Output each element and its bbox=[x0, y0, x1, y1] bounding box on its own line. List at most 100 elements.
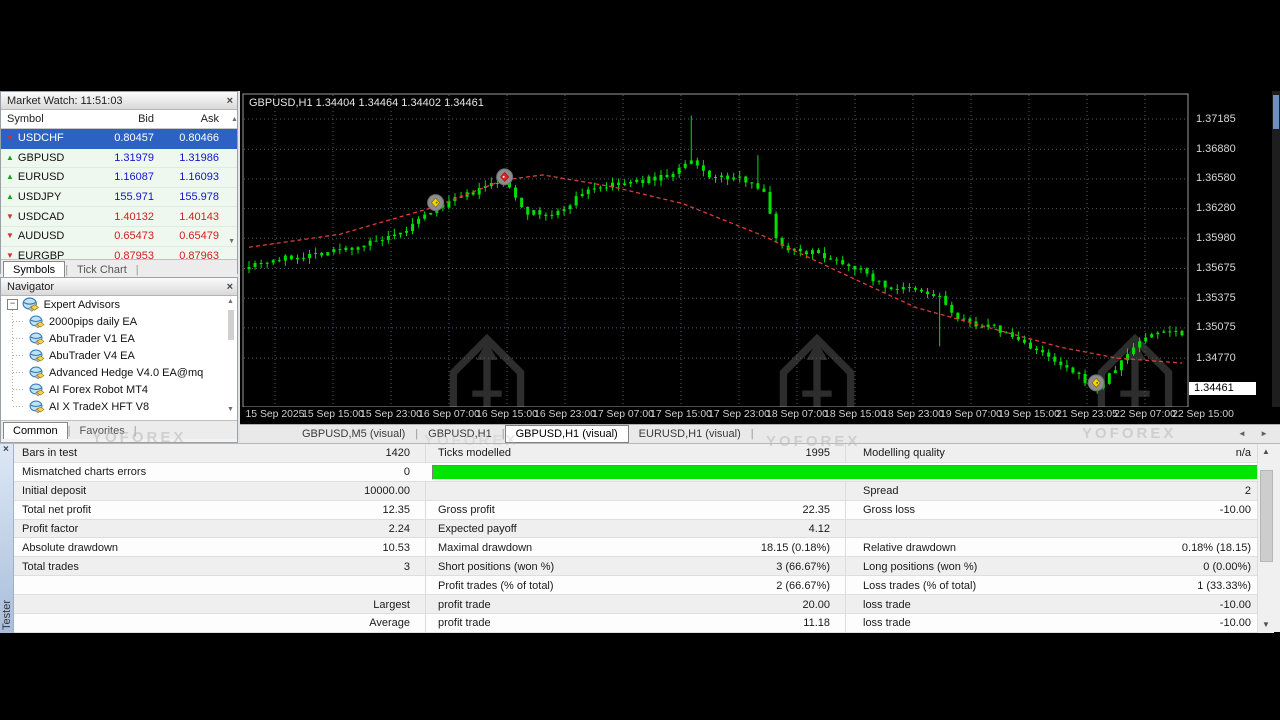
candle-body bbox=[248, 267, 251, 269]
navigator-item-label: 2000pips daily EA bbox=[49, 316, 137, 328]
ask-value: 0.65479 bbox=[160, 230, 225, 242]
price-tick: 1.35375 bbox=[1196, 292, 1236, 305]
navigator-root-expert-advisors[interactable]: − Expert Advisors bbox=[1, 296, 237, 313]
candle-body bbox=[932, 294, 935, 296]
close-icon[interactable]: × bbox=[227, 96, 233, 106]
candle-body bbox=[399, 233, 402, 235]
candle-body bbox=[357, 247, 360, 250]
price-chart[interactable] bbox=[240, 91, 1280, 424]
candle-body bbox=[775, 214, 778, 238]
navigator-item-label: AI X TradeX HFT V8 bbox=[49, 401, 149, 413]
candle-body bbox=[556, 211, 559, 215]
scroll-down-icon[interactable]: ▼ bbox=[227, 406, 234, 413]
candle-body bbox=[926, 292, 929, 295]
candle-body bbox=[950, 305, 953, 313]
report-label: Ticks modelled bbox=[425, 444, 640, 463]
tab-common[interactable]: Common bbox=[3, 422, 68, 439]
report-label: profit trade bbox=[425, 595, 640, 614]
market-watch-header: Symbol Bid Ask ▲ bbox=[1, 110, 237, 129]
tab-separator: | bbox=[134, 423, 137, 439]
symbol-cell: ▼USDCHF bbox=[1, 132, 96, 144]
market-watch-titlebar[interactable]: Market Watch: 11:51:03 × bbox=[1, 92, 237, 110]
column-bid[interactable]: Bid bbox=[96, 113, 160, 125]
report-label: loss trade bbox=[845, 595, 1065, 614]
column-symbol[interactable]: Symbol bbox=[1, 113, 96, 125]
scroll-thumb[interactable] bbox=[228, 310, 234, 340]
down-arrow-icon: ▼ bbox=[6, 213, 14, 221]
candle-body bbox=[544, 215, 547, 216]
market-watch-row[interactable]: ▲GBPUSD1.319791.31986 bbox=[1, 149, 237, 169]
report-label: Long positions (won %) bbox=[845, 557, 1065, 576]
market-watch-row[interactable]: ▼USDCAD1.401321.40143 bbox=[1, 207, 237, 227]
market-watch-row[interactable]: ▼EURGBP0.879530.87963 bbox=[1, 247, 237, 259]
candle-body bbox=[514, 188, 517, 198]
candle-body bbox=[587, 190, 590, 194]
candle-body bbox=[338, 249, 341, 250]
navigator-item[interactable]: AbuTrader V4 EA bbox=[1, 347, 237, 364]
candle-body bbox=[1181, 331, 1184, 335]
candle-body bbox=[363, 246, 366, 248]
chart-tab[interactable]: EURUSD,H1 (visual) bbox=[629, 426, 751, 442]
report-value: 3 bbox=[200, 561, 425, 573]
market-watch-tabs: Symbols|Tick Chart| bbox=[1, 259, 237, 278]
close-icon[interactable]: × bbox=[227, 282, 233, 292]
price-tick: 1.35075 bbox=[1196, 321, 1236, 334]
report-value: 1420 bbox=[200, 447, 425, 459]
scroll-up-icon[interactable]: ▲ bbox=[227, 298, 234, 305]
symbol-name: USDJPY bbox=[18, 191, 61, 203]
tab-symbols[interactable]: Symbols bbox=[3, 261, 65, 278]
scroll-up-icon[interactable]: ▲ bbox=[1258, 444, 1274, 460]
tab-favorites[interactable]: Favorites bbox=[70, 423, 133, 439]
chart-tab[interactable]: GBPUSD,M5 (visual) bbox=[292, 426, 415, 442]
chart-tab[interactable]: GBPUSD,H1 bbox=[418, 426, 502, 442]
scroll-down-icon[interactable]: ▼ bbox=[1258, 617, 1274, 633]
tab-tick-chart[interactable]: Tick Chart bbox=[68, 262, 136, 278]
trade-marker-buy bbox=[428, 195, 444, 211]
chart-window[interactable]: GBPUSD,H1 1.34404 1.34464 1.34402 1.3446… bbox=[240, 91, 1280, 424]
scroll-down-icon[interactable]: ▼ bbox=[228, 238, 235, 245]
report-label: Bars in test bbox=[14, 447, 200, 459]
report-value: -10.00 bbox=[1065, 504, 1257, 516]
report-value: Average bbox=[200, 617, 425, 629]
report-value: 1995 bbox=[640, 447, 845, 459]
market-watch-row[interactable]: ▼AUDUSD0.654730.65479 bbox=[1, 227, 237, 247]
candle-body bbox=[1132, 348, 1135, 355]
report-label: Loss trades (% of total) bbox=[845, 576, 1065, 595]
market-watch-row[interactable]: ▲EURUSD1.160871.16093 bbox=[1, 168, 237, 188]
report-value: 12.35 bbox=[200, 504, 425, 516]
navigator-item[interactable]: Advanced Hedge V4.0 EA@mq bbox=[1, 364, 237, 381]
ask-value: 0.80466 bbox=[160, 132, 225, 144]
report-scrollbar[interactable]: ▲ ▼ bbox=[1257, 444, 1274, 633]
candle-body bbox=[714, 177, 717, 178]
candle-body bbox=[254, 263, 257, 267]
chart-scrollbar[interactable] bbox=[1272, 91, 1280, 407]
market-watch-row[interactable]: ▼USDCHF0.804570.80466 bbox=[1, 129, 237, 149]
candle-body bbox=[1156, 333, 1159, 335]
report-label bbox=[425, 482, 640, 501]
bid-value: 1.31979 bbox=[96, 152, 160, 164]
navigator-item[interactable]: AI X TradeX HFT V8 bbox=[1, 398, 237, 415]
navigator-item[interactable]: AbuTrader V1 EA bbox=[1, 330, 237, 347]
navigator-item[interactable]: 2000pips daily EA bbox=[1, 313, 237, 330]
navigator-root-label: Expert Advisors bbox=[44, 299, 120, 311]
scroll-thumb[interactable] bbox=[1273, 95, 1279, 129]
navigator-titlebar[interactable]: Navigator × bbox=[1, 278, 237, 296]
market-watch-title: Market Watch: 11:51:03 bbox=[7, 95, 227, 107]
scroll-up-icon[interactable]: ▲ bbox=[225, 116, 237, 123]
collapse-icon[interactable]: − bbox=[7, 299, 18, 310]
tab-scroll-arrows[interactable]: ◄ ► bbox=[1238, 429, 1274, 438]
navigator-item[interactable]: AI Forex Robot MT4 bbox=[1, 381, 237, 398]
tester-panel-label[interactable]: Tester bbox=[1, 600, 13, 630]
report-label: profit trade bbox=[425, 614, 640, 633]
scroll-thumb[interactable] bbox=[1260, 470, 1273, 562]
symbol-name: AUDUSD bbox=[18, 230, 64, 242]
navigator-item-label: AbuTrader V1 EA bbox=[49, 333, 135, 345]
close-icon[interactable]: × bbox=[3, 445, 9, 455]
chart-tab[interactable]: GBPUSD,H1 (visual) bbox=[505, 425, 629, 443]
price-tick: 1.36880 bbox=[1196, 143, 1236, 156]
report-label: Expected payoff bbox=[425, 520, 640, 539]
chart-ohlc-header: GBPUSD,H1 1.34404 1.34464 1.34402 1.3446… bbox=[249, 97, 484, 109]
market-watch-row[interactable]: ▲USDJPY155.971155.978 bbox=[1, 188, 237, 208]
column-ask[interactable]: Ask bbox=[160, 113, 225, 125]
down-arrow-icon: ▼ bbox=[6, 252, 14, 259]
